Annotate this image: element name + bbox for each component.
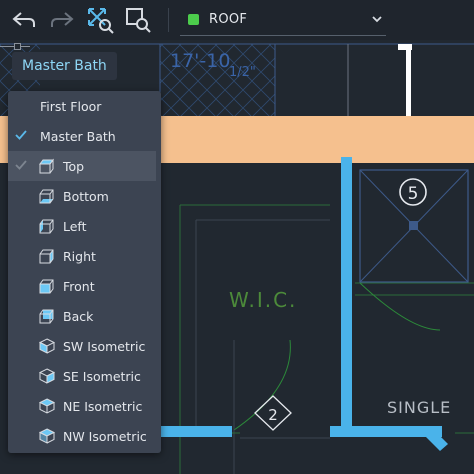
cube-right-icon bbox=[38, 247, 56, 265]
menu-item-label: NE Isometric bbox=[63, 398, 143, 414]
menu-item-label: Front bbox=[63, 278, 95, 294]
zoom-window-icon[interactable] bbox=[124, 6, 152, 34]
view-dropdown-button[interactable]: Master Bath bbox=[12, 52, 117, 80]
layer-dropdown[interactable]: ROOF bbox=[176, 8, 386, 36]
cube-front-icon bbox=[38, 277, 56, 295]
marker-2-label: 2 bbox=[268, 406, 278, 424]
menu-item-nw-isometric[interactable]: NW Isometric bbox=[8, 421, 161, 451]
cube-ne-isometric-icon bbox=[38, 397, 56, 415]
checkmark-icon bbox=[14, 128, 28, 145]
menu-item-label: Right bbox=[63, 248, 96, 264]
top-toolbar: ROOF bbox=[0, 0, 474, 40]
marker-5-label: 5 bbox=[408, 184, 419, 204]
chevron-down-icon bbox=[370, 11, 384, 30]
menu-item-left[interactable]: Left bbox=[8, 211, 161, 241]
menu-item-label: Bottom bbox=[63, 188, 109, 204]
redo-icon[interactable] bbox=[48, 6, 76, 34]
checkmark-icon bbox=[14, 158, 28, 175]
menu-item-label: Back bbox=[63, 308, 94, 324]
menu-item-sw-isometric[interactable]: SW Isometric bbox=[8, 331, 161, 361]
dimension-text: 17'-10 bbox=[170, 50, 230, 72]
menu-item-label: SW Isometric bbox=[63, 338, 146, 354]
menu-item-right[interactable]: Right bbox=[8, 241, 161, 271]
dimension-fraction: 1/2" bbox=[229, 65, 256, 80]
cube-se-isometric-icon bbox=[38, 367, 56, 385]
menu-item-back[interactable]: Back bbox=[8, 301, 161, 331]
cube-nw-isometric-icon bbox=[38, 427, 56, 445]
undo-icon[interactable] bbox=[10, 6, 38, 34]
cube-sw-isometric-icon bbox=[38, 337, 56, 355]
menu-item-master-bath[interactable]: Master Bath bbox=[8, 121, 161, 151]
menu-item-bottom[interactable]: Bottom bbox=[8, 181, 161, 211]
menu-item-top[interactable]: Top bbox=[8, 151, 156, 181]
room-label-single: SINGLE bbox=[387, 398, 451, 417]
menu-item-label: First Floor bbox=[40, 98, 102, 114]
cube-back-icon bbox=[38, 307, 56, 325]
view-menu: First Floor Master Bath Top Bottom Left … bbox=[8, 91, 161, 453]
cube-top-icon bbox=[38, 157, 56, 175]
menu-item-se-isometric[interactable]: SE Isometric bbox=[8, 361, 161, 391]
menu-item-label: Top bbox=[63, 158, 85, 174]
layer-name: ROOF bbox=[209, 11, 248, 27]
toolbar-divider bbox=[168, 8, 169, 32]
menu-item-front[interactable]: Front bbox=[8, 271, 161, 301]
cube-left-icon bbox=[38, 217, 56, 235]
cube-bottom-icon bbox=[38, 187, 56, 205]
zoom-extents-icon[interactable] bbox=[86, 6, 114, 34]
menu-item-label: NW Isometric bbox=[63, 428, 147, 444]
menu-item-label: SE Isometric bbox=[63, 368, 141, 384]
room-label-wic: W.I.C. bbox=[229, 288, 297, 312]
layer-color-swatch bbox=[188, 13, 199, 25]
menu-item-label: Master Bath bbox=[40, 128, 116, 144]
menu-item-first-floor[interactable]: First Floor bbox=[8, 91, 161, 121]
menu-item-label: Left bbox=[63, 218, 87, 234]
menu-item-ne-isometric[interactable]: NE Isometric bbox=[8, 391, 161, 421]
